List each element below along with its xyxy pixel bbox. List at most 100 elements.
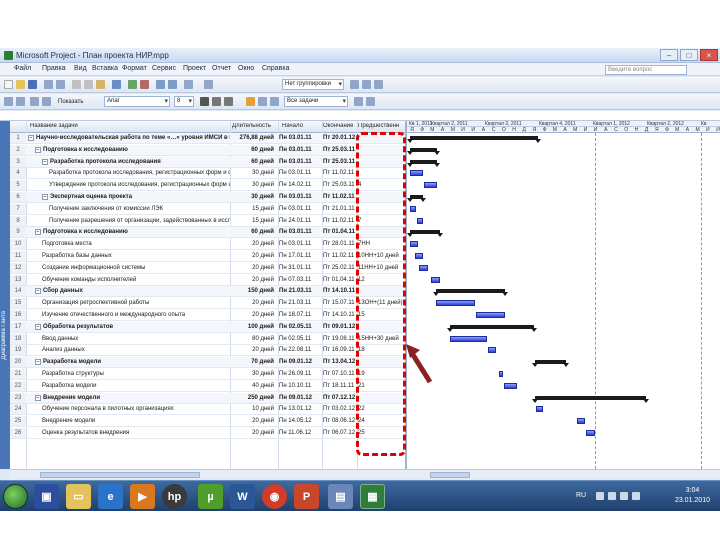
task-start[interactable]: Пн 14.02.11 — [279, 181, 322, 189]
outdent-icon[interactable] — [4, 97, 13, 106]
menu-file[interactable]: Файл — [14, 65, 31, 72]
underline-icon[interactable] — [224, 97, 233, 106]
task-start[interactable]: Пн 03.01.11 — [279, 146, 322, 154]
task-name[interactable]: − Сбор данных — [28, 287, 230, 295]
task-start[interactable]: Пн 02.05.11 — [279, 323, 322, 331]
gantt-task-bar[interactable] — [487, 347, 496, 354]
task-duration[interactable]: 20 дней — [232, 429, 277, 437]
task-id[interactable]: 23 — [10, 392, 26, 403]
assign-resources-icon[interactable] — [184, 80, 193, 89]
task-id[interactable]: 9 — [10, 227, 26, 238]
task-id[interactable]: 6 — [10, 192, 26, 202]
task-name[interactable]: − Разработка протокола исследования — [28, 158, 230, 166]
task-id[interactable]: 7 — [10, 203, 26, 214]
task-finish[interactable]: Пт 28.01.11 — [323, 240, 357, 248]
font-combo[interactable]: Arial — [104, 96, 170, 107]
task-id[interactable]: 20 — [10, 357, 26, 368]
task-name[interactable]: Разработка структуры — [28, 370, 230, 378]
task-start[interactable]: Пн 18.07.11 — [279, 311, 322, 319]
new-icon[interactable] — [4, 80, 13, 89]
task-row[interactable]: 24 Обучение персонала в пилотных организа… — [10, 404, 405, 416]
minimize-button[interactable]: – — [660, 49, 678, 61]
task-name[interactable]: − Обработка результатов — [28, 323, 230, 331]
task-finish[interactable]: Пт 19.08.11 — [323, 335, 357, 343]
project-app-taskbar-icon[interactable]: ▦ — [360, 484, 385, 509]
task-finish[interactable]: Пт 25.03.11 — [323, 158, 357, 166]
task-id[interactable]: 13 — [10, 274, 26, 285]
task-finish[interactable]: Пт 25.03.11 — [323, 146, 357, 154]
word-app-icon[interactable]: W — [230, 484, 255, 509]
task-id[interactable]: 8 — [10, 215, 26, 226]
task-name[interactable]: − Научно-исследовательская работа по теме… — [28, 134, 230, 142]
task-row[interactable]: 18 Ввод данных 80 дней Пн 02.05.11 Пт 19.08.… — [10, 333, 405, 345]
maximize-button[interactable]: □ — [680, 49, 698, 61]
entry-bar[interactable] — [0, 111, 720, 121]
bold-icon[interactable] — [200, 97, 209, 106]
indent-icon[interactable] — [16, 97, 25, 106]
utorrent-app-icon[interactable]: µ — [198, 484, 223, 509]
task-name[interactable]: Получение заключения от комиссии ЛЭК — [28, 205, 230, 213]
task-duration[interactable]: 60 дней — [232, 158, 277, 166]
task-duration[interactable]: 15 дней — [232, 217, 277, 225]
media-player-icon[interactable]: ▶ — [130, 484, 155, 509]
task-row[interactable]: 14− Сбор данных 150 дней Пн 21.03.11 Пт 14.1… — [10, 286, 405, 298]
gantt-task-bar[interactable] — [410, 170, 424, 177]
preview-icon[interactable] — [56, 80, 65, 89]
task-name[interactable]: Утверждение протокола исследования, реги… — [28, 181, 230, 189]
gantt-summary-bar[interactable] — [531, 360, 570, 368]
close-button[interactable]: × — [700, 49, 718, 61]
chrome-app-icon[interactable]: ◉ — [262, 484, 287, 509]
task-row[interactable]: 2− Подготовка к исследованию 60 дней Пн 03.… — [10, 144, 405, 156]
gantt-task-bar[interactable] — [417, 217, 424, 224]
task-start[interactable]: Пн 24.01.11 — [279, 217, 322, 225]
task-finish[interactable]: Пт 03.02.12 — [323, 405, 357, 413]
task-row[interactable]: 7 Получение заключения от комиссии ЛЭК 15 … — [10, 203, 405, 215]
gantt-wizard-icon[interactable] — [366, 97, 375, 106]
task-start[interactable]: Пн 02.05.11 — [279, 335, 322, 343]
col-header-predecessors[interactable]: Предшественн — [358, 123, 399, 129]
task-id[interactable]: 10 — [10, 239, 26, 250]
gantt-task-bar[interactable] — [499, 371, 504, 377]
task-finish[interactable]: Пт 01.04.11 — [323, 276, 357, 284]
col-header-finish[interactable]: Окончание — [323, 123, 353, 129]
task-start[interactable]: Пн 03.01.11 — [279, 193, 322, 201]
task-duration[interactable]: 276,88 дней — [232, 134, 277, 142]
gantt-summary-bar[interactable] — [407, 195, 427, 202]
gantt-task-bar[interactable] — [435, 300, 475, 307]
show-dropdown[interactable]: Показать — [58, 98, 84, 106]
gantt-summary-bar[interactable] — [446, 324, 538, 332]
gantt-task-bar[interactable] — [410, 205, 417, 212]
task-row[interactable]: 5 Утверждение протокола исследования, рег… — [10, 180, 405, 192]
menu-insert[interactable]: Вставка — [92, 65, 118, 72]
unlink-icon[interactable] — [140, 80, 149, 89]
menu-help[interactable]: Справка — [262, 65, 289, 72]
task-info-icon[interactable] — [156, 80, 165, 89]
task-finish[interactable]: Пт 11.02.11 — [323, 169, 357, 177]
task-id[interactable]: 4 — [10, 168, 26, 179]
task-name[interactable]: − Разработка модели — [28, 358, 230, 366]
task-duration[interactable]: 30 дней — [232, 181, 277, 189]
col-header-name[interactable]: Название задачи — [30, 123, 78, 129]
help-question-input[interactable]: Введите вопрос — [605, 65, 687, 75]
task-id[interactable]: 25 — [10, 416, 26, 427]
save-icon[interactable] — [28, 80, 37, 89]
tray-icon-network[interactable] — [596, 492, 604, 500]
gantt-summary-bar[interactable] — [407, 136, 542, 143]
menu-edit[interactable]: Правка — [42, 65, 66, 72]
menu-project[interactable]: Проект — [183, 65, 206, 72]
task-start[interactable]: Пн 13.01.12 — [279, 405, 322, 413]
task-start[interactable]: Пн 09.01.12 — [279, 394, 322, 402]
task-name[interactable]: Разработка протокола исследования, регис… — [28, 169, 230, 177]
task-start[interactable]: Пн 03.01.11 — [279, 240, 322, 248]
task-row[interactable]: 9− Подготовка к исследованию 60 дней Пн 03.… — [10, 227, 405, 239]
task-name[interactable]: Организация ретроспективной работы — [28, 299, 230, 307]
task-duration[interactable]: 15 дней — [232, 205, 277, 213]
task-id[interactable]: 5 — [10, 180, 26, 191]
task-finish[interactable]: Пт 13.04.12 — [323, 358, 357, 366]
task-duration[interactable]: 20 дней — [232, 299, 277, 307]
task-id[interactable]: 3 — [10, 156, 26, 167]
task-duration[interactable]: 20 дней — [232, 346, 277, 354]
font-size-combo[interactable]: 8 — [174, 96, 194, 107]
paste-icon[interactable] — [96, 80, 105, 89]
zoom-in-icon[interactable] — [350, 80, 359, 89]
